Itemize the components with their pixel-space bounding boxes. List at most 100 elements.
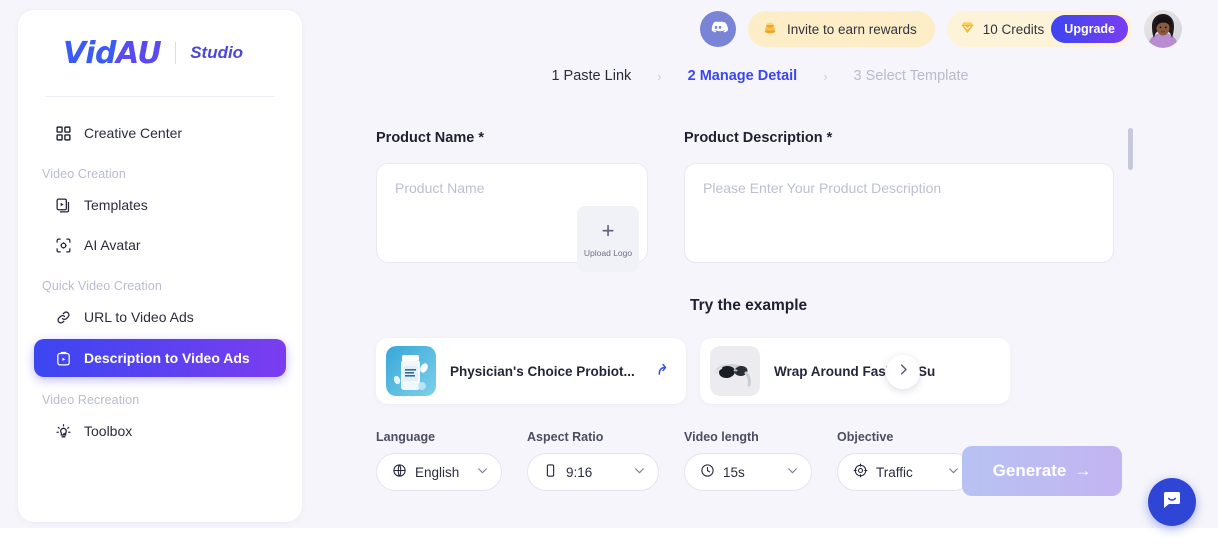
stepper: 1 Paste Link › 2 Manage Detail › 3 Selec…: [302, 68, 1218, 84]
example-name: Wrap Around Fashion Su: [774, 363, 936, 379]
sidebar-item-label: Toolbox: [84, 423, 133, 439]
invite-to-earn-rewards-button[interactable]: Invite to earn rewards: [747, 11, 935, 47]
invite-label: Invite to earn rewards: [786, 21, 917, 37]
generate-label: Generate: [992, 461, 1067, 480]
brand-studio-label: Studio: [190, 43, 244, 62]
step-select-template[interactable]: 3 Select Template: [854, 68, 969, 84]
objective-value: Traffic: [876, 464, 913, 480]
product-name-label: Product Name *: [376, 130, 484, 146]
use-example-arrow-icon[interactable]: [654, 360, 672, 383]
header-actions: Invite to earn rewards 10 Credits Upgrad…: [699, 10, 1182, 48]
sidebar-item-label: Templates: [84, 197, 148, 213]
sidebar-item-templates[interactable]: Templates: [34, 187, 286, 223]
objective-field: Objective Traffic: [837, 430, 973, 491]
video-length-value: 15s: [723, 464, 745, 480]
language-label: Language: [376, 430, 436, 444]
sidebar-divider: [45, 96, 275, 97]
sidebar-item-creative-center[interactable]: Creative Center: [34, 115, 286, 151]
product-description-field-group: Product Description * Please Enter Your …: [684, 130, 1114, 263]
grid-icon: [54, 124, 72, 142]
sidebar-item-label: Description to Video Ads: [84, 350, 250, 366]
chevron-right-icon: ›: [657, 68, 662, 84]
sidebar-group-quick-video-creation: Quick Video Creation: [42, 279, 162, 293]
generate-button[interactable]: Generate →: [962, 446, 1122, 496]
example-card-sunglasses[interactable]: Wrap Around Fashion Su: [700, 338, 1010, 404]
form-row: Product Name * Product Name + Upload Log…: [376, 130, 1114, 272]
vertical-scrollbar[interactable]: [1128, 128, 1133, 170]
language-field: Language English: [376, 430, 502, 491]
upgrade-button[interactable]: Upgrade: [1051, 15, 1128, 43]
credits-pill[interactable]: 10 Credits Upgrade: [946, 11, 1132, 47]
product-name-placeholder: Product Name: [395, 180, 485, 196]
product-description-placeholder: Please Enter Your Product Description: [703, 180, 942, 196]
chevron-down-icon: [786, 464, 799, 480]
video-length-label: Video length: [684, 430, 759, 444]
chevron-right-icon: [896, 362, 911, 382]
product-description-label: Product Description *: [684, 130, 833, 146]
aspect-ratio-field: Aspect Ratio 9:16: [527, 430, 659, 491]
product-name-field-group: Product Name * Product Name + Upload Log…: [376, 130, 648, 272]
link-icon: [54, 308, 72, 326]
gem-icon: [959, 19, 976, 39]
target-icon: [853, 463, 868, 481]
upload-logo-label: Upload Logo: [583, 248, 633, 258]
product-name-input[interactable]: Product Name + Upload Logo: [376, 163, 648, 272]
aspect-ratio-label: Aspect Ratio: [527, 430, 604, 444]
templates-icon: [54, 196, 72, 214]
app-root: VidAU Studio Creative Center Video Creat…: [0, 0, 1218, 552]
upload-logo-button[interactable]: + Upload Logo: [577, 206, 639, 272]
settings-row: Language English Aspect Ratio 9:16 Video…: [376, 430, 973, 491]
chevron-right-icon: ›: [823, 68, 828, 84]
header: Invite to earn rewards 10 Credits Upgrad…: [302, 0, 1218, 84]
brand-divider-vertical: [175, 42, 177, 64]
arrow-right-icon: →: [1074, 461, 1092, 480]
aspect-ratio-select[interactable]: 9:16: [527, 453, 659, 491]
plus-icon: +: [601, 218, 615, 243]
sidebar-group-video-creation: Video Creation: [42, 167, 126, 181]
coins-icon: [761, 19, 779, 40]
brand-logo[interactable]: VidAU Studio: [18, 10, 302, 96]
sidebar-item-label: URL to Video Ads: [84, 309, 194, 325]
description-video-icon: [54, 349, 72, 367]
sidebar-item-ai-avatar[interactable]: AI Avatar: [34, 227, 286, 263]
chat-support-button[interactable]: [1148, 478, 1196, 526]
sidebar-item-description-to-video-ads[interactable]: Description to Video Ads: [34, 339, 286, 377]
ai-avatar-icon: [54, 236, 72, 254]
examples-next-button[interactable]: [886, 355, 920, 389]
sidebar-item-toolbox[interactable]: Toolbox: [34, 413, 286, 449]
discord-button[interactable]: [699, 11, 736, 47]
video-length-select[interactable]: 15s: [684, 453, 812, 491]
toolbox-idea-icon: [54, 422, 72, 440]
chat-bubble-icon: [1160, 488, 1184, 517]
try-the-example-title: Try the example: [690, 297, 808, 314]
chevron-down-icon: [633, 464, 646, 480]
chevron-down-icon: [476, 464, 489, 480]
objective-select[interactable]: Traffic: [837, 453, 973, 491]
clock-icon: [700, 463, 715, 481]
credits-label: 10 Credits: [982, 21, 1045, 37]
page-bottom-edge: [0, 528, 1218, 552]
video-length-field: Video length 15s: [684, 430, 812, 491]
aspect-ratio-value: 9:16: [566, 464, 593, 480]
sunglasses-thumbnail: [710, 346, 760, 396]
sidebar-item-url-to-video-ads[interactable]: URL to Video Ads: [34, 299, 286, 335]
globe-icon: [392, 463, 407, 481]
phone-portrait-icon: [543, 463, 558, 481]
vidau-wordmark: VidAU: [63, 35, 162, 71]
language-value: English: [415, 464, 460, 480]
avatar[interactable]: [1144, 10, 1182, 48]
sidebar-item-label: Creative Center: [84, 125, 183, 141]
example-name: Physician's Choice Probiot...: [450, 363, 635, 379]
example-card-probiotic[interactable]: Physician's Choice Probiot...: [376, 338, 686, 404]
product-description-input[interactable]: Please Enter Your Product Description: [684, 163, 1114, 263]
objective-label: Objective: [837, 430, 894, 444]
sidebar: VidAU Studio Creative Center Video Creat…: [18, 10, 302, 522]
step-manage-detail[interactable]: 2 Manage Detail: [688, 68, 798, 84]
discord-icon: [708, 17, 728, 42]
sidebar-item-label: AI Avatar: [84, 237, 141, 253]
chevron-down-icon: [947, 464, 960, 480]
sidebar-group-video-recreation: Video Recreation: [42, 393, 140, 407]
probiotic-bottle-thumbnail: [386, 346, 436, 396]
step-paste-link[interactable]: 1 Paste Link: [551, 68, 631, 84]
language-select[interactable]: English: [376, 453, 502, 491]
